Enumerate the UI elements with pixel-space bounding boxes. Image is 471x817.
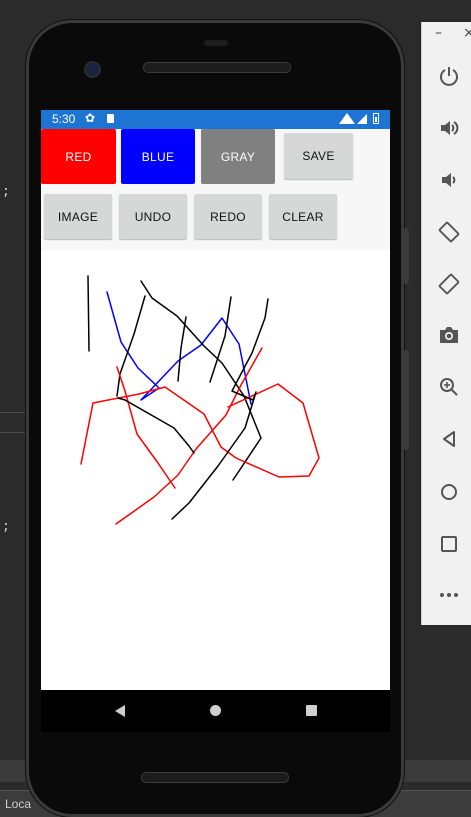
gray-color-button[interactable]: GRAY xyxy=(201,129,275,184)
sd-card-icon xyxy=(107,114,114,123)
recents-icon[interactable] xyxy=(306,705,317,716)
minimize-button[interactable]: – xyxy=(435,25,442,41)
clear-button[interactable]: CLEAR xyxy=(269,194,337,239)
redo-button[interactable]: REDO xyxy=(194,194,262,239)
gear-icon: ✿ xyxy=(85,111,96,125)
wifi-icon xyxy=(339,113,355,124)
status-time: 5:30 xyxy=(52,112,76,126)
ide-status-text: Loca xyxy=(5,797,32,811)
battery-icon xyxy=(373,113,379,124)
gray-button-label: GRAY xyxy=(220,149,256,164)
image-button-label: IMAGE xyxy=(57,209,99,224)
ide-code-fragment: ; xyxy=(2,184,10,199)
clear-button-label: CLEAR xyxy=(282,209,324,224)
phone-power-key xyxy=(404,228,409,284)
drawing-stroke xyxy=(116,366,176,489)
drawing-stroke xyxy=(80,383,320,478)
android-nav-bar xyxy=(41,690,390,732)
zoom-icon[interactable] xyxy=(438,376,460,398)
close-button[interactable]: × xyxy=(463,25,471,41)
overview-icon[interactable] xyxy=(438,533,460,555)
android-status-bar: 5:30 ✿ xyxy=(41,110,390,129)
red-button-label: RED xyxy=(65,149,92,164)
undo-button-label: UNDO xyxy=(134,209,172,224)
blue-color-button[interactable]: BLUE xyxy=(121,129,195,184)
drawing-stroke xyxy=(117,298,269,520)
power-icon[interactable] xyxy=(438,65,460,87)
drawing-canvas[interactable] xyxy=(41,250,390,690)
drawing-stroke xyxy=(177,316,187,382)
rotate-left-icon[interactable] xyxy=(438,221,460,243)
paint-toolbar: RED BLUE GRAY SAVE IMAGE UNDO REDO CLEAR xyxy=(41,129,390,250)
phone-volume-key xyxy=(404,350,409,450)
save-button[interactable]: SAVE xyxy=(284,133,353,179)
home-icon[interactable] xyxy=(210,705,221,716)
phone-speaker-top xyxy=(143,62,291,73)
red-color-button[interactable]: RED xyxy=(41,129,116,184)
more-icon[interactable] xyxy=(438,584,460,606)
ide-code-fragment: ; xyxy=(2,519,10,534)
signal-icon xyxy=(357,114,367,124)
redo-button-label: REDO xyxy=(210,209,246,224)
image-button[interactable]: IMAGE xyxy=(44,194,112,239)
undo-button[interactable]: UNDO xyxy=(119,194,187,239)
volume-down-icon[interactable] xyxy=(438,169,460,191)
front-camera-icon xyxy=(84,61,101,78)
emulator-window-controls: – × xyxy=(422,22,471,48)
drawing-stroke xyxy=(209,296,232,383)
home-icon[interactable] xyxy=(438,481,460,503)
camera-icon[interactable] xyxy=(438,324,460,346)
save-button-label: SAVE xyxy=(302,149,335,163)
blue-button-label: BLUE xyxy=(141,149,175,164)
phone-speaker-bottom xyxy=(141,772,289,783)
phone-sensor xyxy=(204,40,228,46)
back-icon[interactable] xyxy=(115,705,125,717)
drawing-stroke xyxy=(87,275,90,352)
rotate-right-icon[interactable] xyxy=(438,273,460,295)
emulator-control-panel: – × xyxy=(421,22,471,625)
volume-up-icon[interactable] xyxy=(438,117,460,139)
app-screen: 5:30 ✿ RED BLUE GRAY SAVE IMAGE UNDO RED… xyxy=(41,110,390,690)
back-icon[interactable] xyxy=(438,428,460,450)
